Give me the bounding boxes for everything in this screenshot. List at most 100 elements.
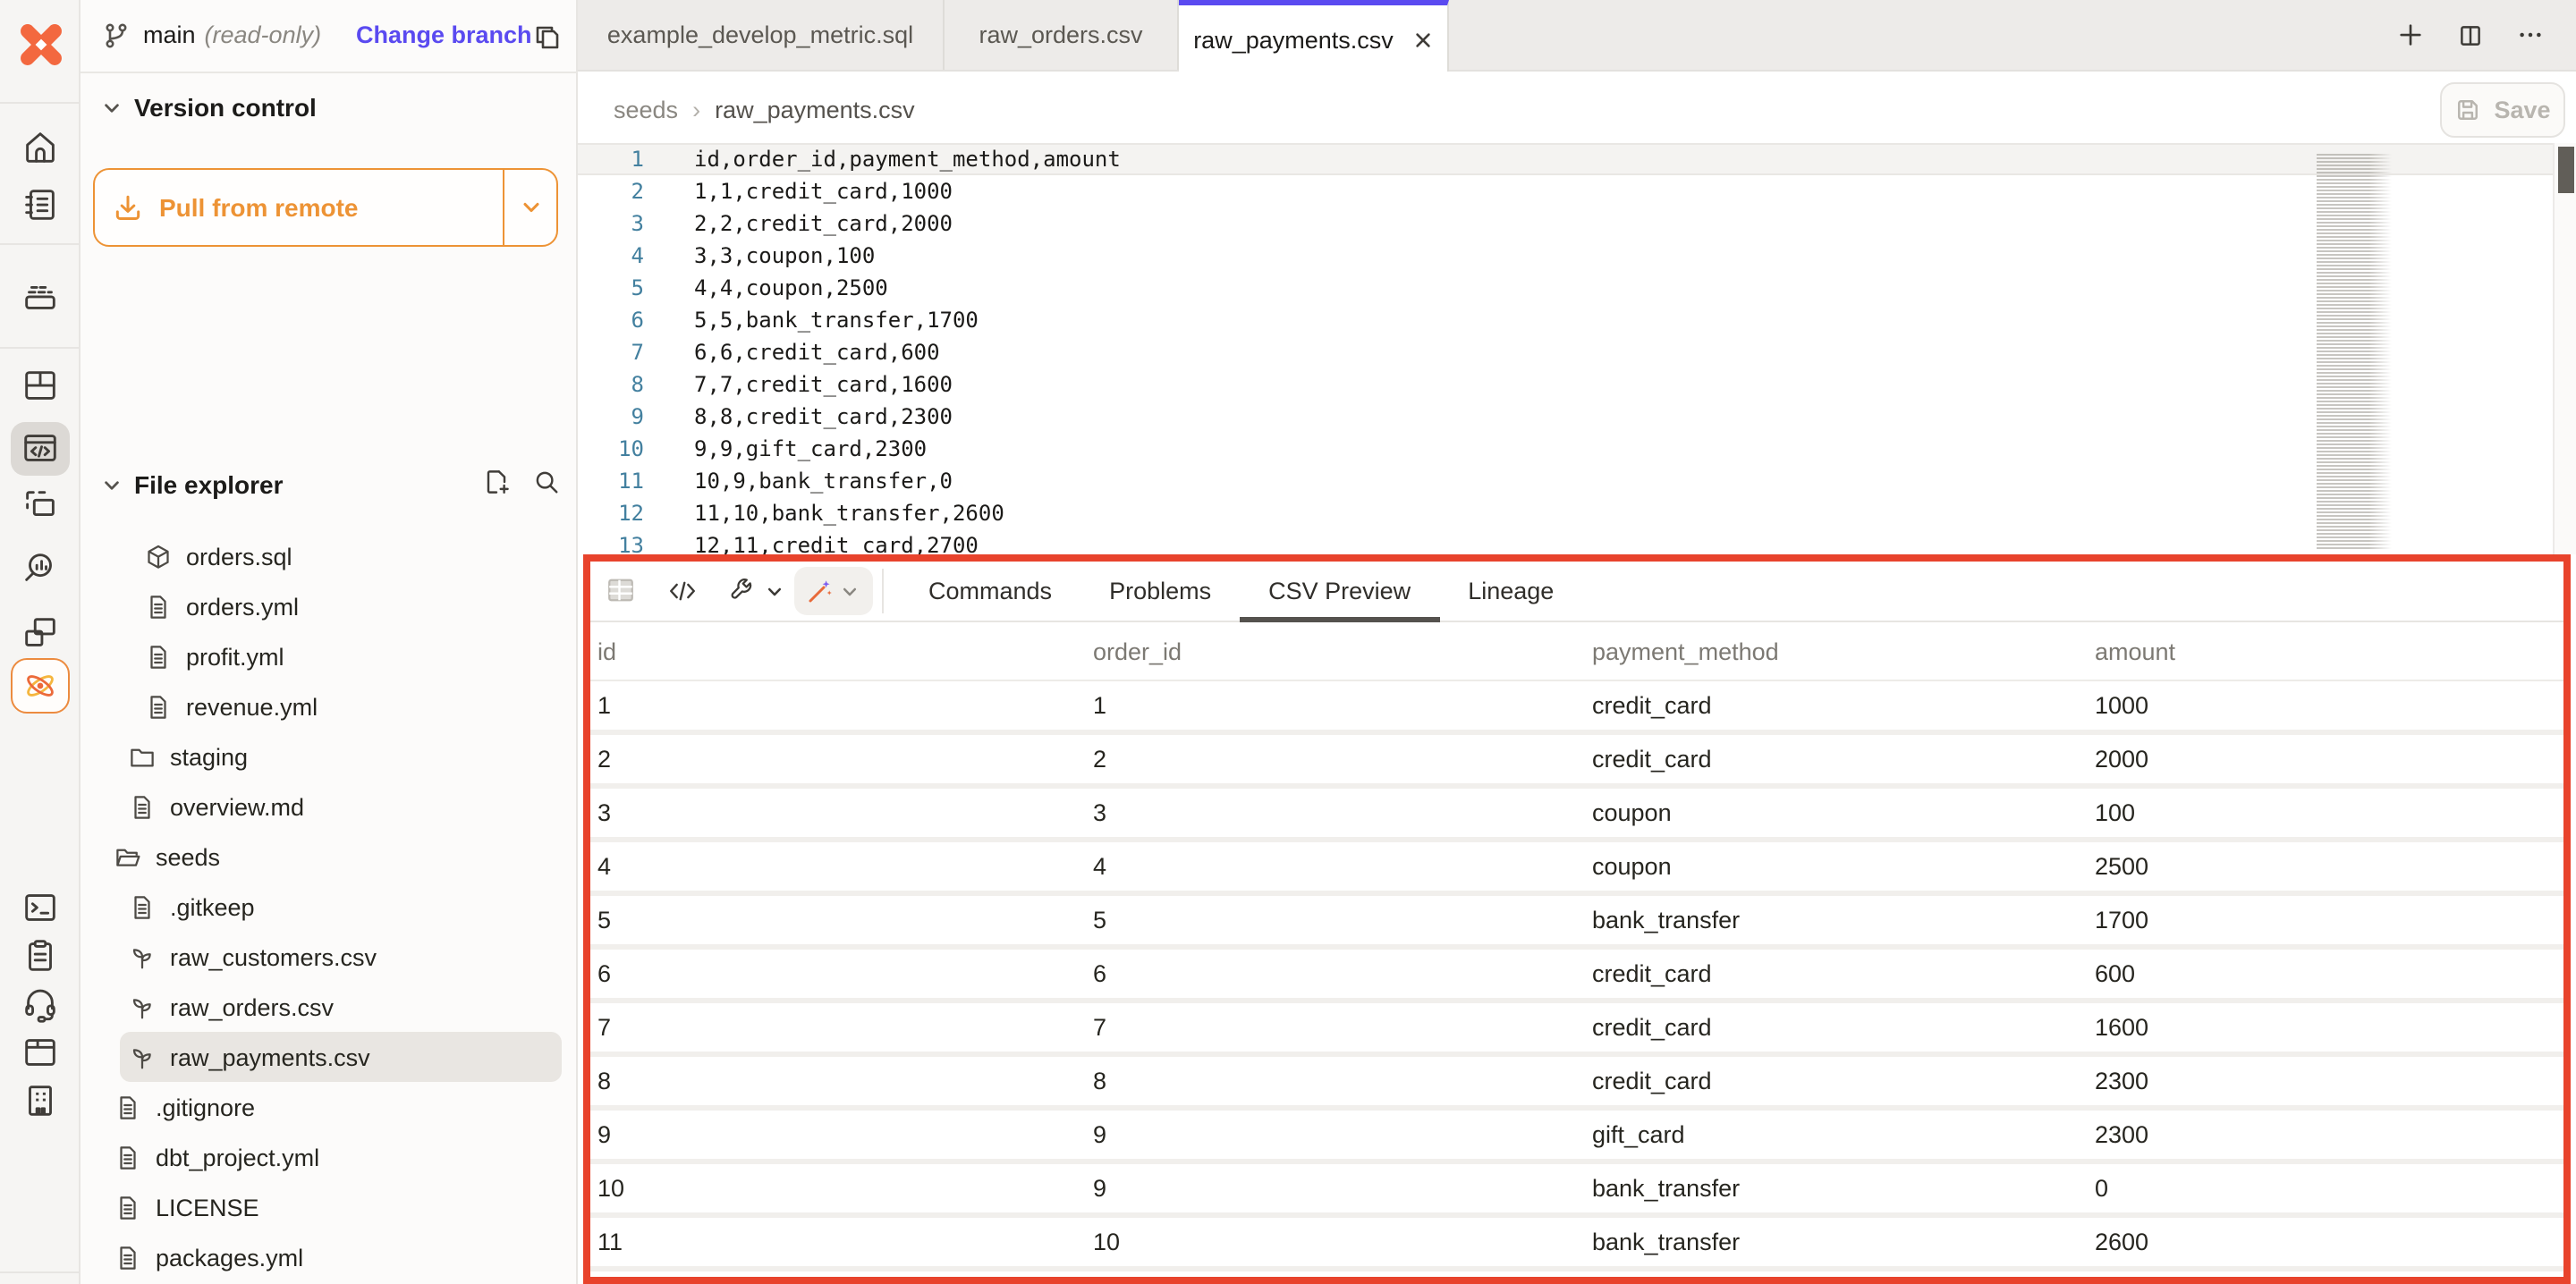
file-item-dbt-project-yml[interactable]: dbt_project.yml	[80, 1132, 578, 1182]
file-item-revenue-yml[interactable]: revenue.yml	[80, 681, 578, 731]
change-branch-link[interactable]: Change branch	[356, 0, 532, 72]
cell: 9	[590, 1121, 1086, 1148]
file-label: raw_payments.csv	[170, 1043, 370, 1070]
notebook-icon[interactable]	[20, 184, 61, 225]
headset-icon[interactable]	[20, 984, 61, 1025]
line-number: 8	[578, 368, 644, 401]
new-file-icon[interactable]	[483, 469, 510, 495]
code-editor-icon[interactable]	[20, 427, 61, 469]
pull-options-dropdown[interactable]	[503, 170, 556, 245]
close-tab-icon[interactable]	[1413, 30, 1433, 49]
tab-raw-orders-csv[interactable]: raw_orders.csv	[945, 0, 1179, 70]
cell: 9	[1086, 1175, 1585, 1202]
editor-line[interactable]: 1110,9,bank_transfer,0	[578, 465, 2576, 497]
folder-item-staging[interactable]: staging	[80, 731, 578, 781]
cell: 4	[1086, 853, 1585, 880]
code-editor[interactable]: 1id,order_id,payment_method,amount 21,1,…	[578, 143, 2576, 554]
table-row[interactable]: 99gift_card2300	[590, 1111, 2563, 1164]
more-options-icon[interactable]	[2517, 21, 2544, 48]
atom-icon[interactable]	[11, 658, 70, 714]
search-files-icon[interactable]	[533, 469, 560, 495]
table-row[interactable]: 55bank_transfer1700	[590, 896, 2563, 950]
editor-line[interactable]: 109,9,gift_card,2300	[578, 433, 2576, 465]
cell: 0	[2088, 1175, 2563, 1202]
pull-from-remote-main[interactable]: Pull from remote	[95, 170, 503, 245]
tab-raw-payments-csv[interactable]: raw_payments.csv	[1179, 0, 1449, 73]
table-row[interactable]: 11credit_card1000	[590, 681, 2563, 735]
file-icon	[129, 893, 156, 920]
editor-line[interactable]: 1id,order_id,payment_method,amount	[578, 143, 2576, 175]
editor-minimap[interactable]	[2317, 154, 2392, 551]
download-icon	[113, 192, 143, 223]
version-control-header[interactable]: Version control	[102, 93, 317, 122]
editor-line[interactable]: 32,2,credit_card,2000	[578, 207, 2576, 240]
table-icon[interactable]	[605, 574, 637, 606]
editor-line[interactable]: 1211,10,bank_transfer,2600	[578, 497, 2576, 529]
icon-rail	[0, 0, 80, 1284]
browser-icon[interactable]	[20, 1032, 61, 1073]
windows-icon[interactable]	[20, 612, 61, 653]
new-tab-icon[interactable]	[2397, 21, 2424, 48]
wrench-icon[interactable]	[728, 576, 758, 606]
file-explorer-header[interactable]: File explorer	[102, 470, 284, 499]
save-button[interactable]: Save	[2440, 82, 2565, 138]
file-item-packages-yml[interactable]: packages.yml	[80, 1232, 578, 1282]
editor-line[interactable]: 65,5,bank_transfer,1700	[578, 304, 2576, 336]
insights-search-icon[interactable]	[20, 547, 61, 588]
table-row[interactable]: 88credit_card2300	[590, 1057, 2563, 1111]
file-item-raw-payments-csv[interactable]: raw_payments.csv	[120, 1032, 562, 1082]
column-header-id[interactable]: id	[590, 638, 1086, 664]
editor-line[interactable]: 76,6,credit_card,600	[578, 336, 2576, 368]
editor-line[interactable]: 21,1,credit_card,1000	[578, 175, 2576, 207]
file-item-raw-orders-csv[interactable]: raw_orders.csv	[80, 982, 578, 1032]
frame-select-icon[interactable]	[20, 485, 61, 526]
column-header-amount[interactable]: amount	[2088, 638, 2563, 664]
table-row[interactable]: 1110bank_transfer2600	[590, 1218, 2563, 1271]
editor-line[interactable]: 43,3,coupon,100	[578, 240, 2576, 272]
home-icon[interactable]	[20, 127, 61, 168]
pull-from-remote-button[interactable]: Pull from remote	[93, 168, 558, 247]
tab-lineage[interactable]: Lineage	[1439, 562, 1582, 621]
tab-example-develop-metric-sql[interactable]: example_develop_metric.sql	[578, 0, 945, 70]
file-item-license[interactable]: LICENSE	[80, 1182, 578, 1232]
tab-csv-preview[interactable]: CSV Preview	[1240, 562, 1439, 621]
clipboard-icon[interactable]	[20, 935, 61, 976]
table-row[interactable]: 33coupon100	[590, 789, 2563, 842]
breadcrumb-folder[interactable]: seeds	[614, 97, 678, 123]
code-icon[interactable]	[667, 576, 698, 606]
terminal-icon[interactable]	[20, 887, 61, 928]
tab-commands[interactable]: Commands	[900, 562, 1080, 621]
folder-open-icon	[114, 843, 141, 870]
file-item-overview-md[interactable]: overview.md	[80, 781, 578, 832]
dashboard-icon[interactable]	[20, 365, 61, 406]
magic-wand-button[interactable]	[794, 567, 873, 615]
chevron-down-icon[interactable]	[766, 583, 784, 601]
table-row[interactable]: 22credit_card2000	[590, 735, 2563, 789]
tab-problems[interactable]: Problems	[1080, 562, 1240, 621]
file-item-gitignore[interactable]: .gitignore	[80, 1082, 578, 1132]
file-item-orders-yml[interactable]: orders.yml	[80, 581, 578, 631]
column-header-order-id[interactable]: order_id	[1086, 638, 1585, 664]
editor-line[interactable]: 87,7,credit_card,1600	[578, 368, 2576, 401]
file-explorer-actions	[483, 469, 560, 495]
file-item-orders-sql[interactable]: orders.sql	[80, 531, 578, 581]
layers-icon[interactable]	[20, 275, 61, 317]
editor-line[interactable]: 1312,11,credit_card,2700	[578, 529, 2576, 554]
copy-branch-icon[interactable]	[533, 21, 562, 50]
file-item-profit-yml[interactable]: profit.yml	[80, 631, 578, 681]
editor-scrollbar[interactable]	[2553, 143, 2576, 554]
table-row[interactable]: 44coupon2500	[590, 842, 2563, 896]
file-item-raw-customers-csv[interactable]: raw_customers.csv	[80, 932, 578, 982]
file-item-gitkeep[interactable]: .gitkeep	[80, 882, 578, 932]
table-row[interactable]: 66credit_card600	[590, 950, 2563, 1003]
column-header-payment-method[interactable]: payment_method	[1585, 638, 2088, 664]
table-row[interactable]: 77credit_card1600	[590, 1003, 2563, 1057]
line-number: 3	[578, 207, 644, 240]
split-pane-icon[interactable]	[2458, 22, 2483, 47]
scrollbar-thumb[interactable]	[2558, 147, 2574, 193]
editor-line[interactable]: 98,8,credit_card,2300	[578, 401, 2576, 433]
folder-item-seeds[interactable]: seeds	[80, 832, 578, 882]
building-icon[interactable]	[20, 1080, 61, 1121]
table-row[interactable]: 109bank_transfer0	[590, 1164, 2563, 1218]
editor-line[interactable]: 54,4,coupon,2500	[578, 272, 2576, 304]
